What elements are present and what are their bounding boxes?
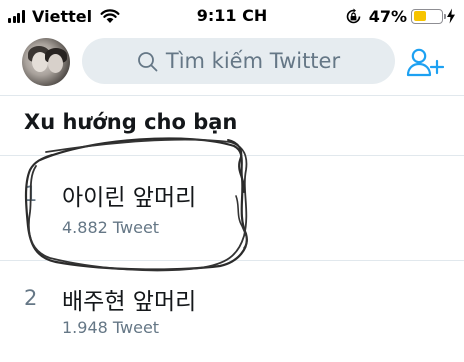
trend-rank: 1 (24, 182, 38, 206)
add-user-icon[interactable] (406, 47, 444, 77)
rotation-lock-icon (346, 8, 361, 23)
section-divider (0, 155, 464, 156)
charging-icon (447, 8, 455, 24)
search-placeholder: Tìm kiếm Twitter (165, 49, 341, 73)
search-icon (137, 51, 158, 71)
trend-rank: 2 (24, 286, 38, 310)
profile-avatar[interactable] (22, 38, 70, 86)
trend-divider (0, 260, 464, 261)
trend-name: 아이린 앞머리 (62, 185, 197, 211)
battery-icon (411, 8, 446, 24)
search-input[interactable]: Tìm kiếm Twitter (82, 38, 395, 84)
trend-tweet-count: 4.882 Tweet (62, 218, 160, 237)
trend-name: 배주현 앞머리 (62, 289, 197, 315)
trend-tweet-count: 1.948 Tweet (62, 318, 160, 337)
status-bar: Viettel 9:11 CH 47% (0, 0, 464, 34)
status-right: 47% (345, 6, 456, 26)
trend-item[interactable]: 1 아이린 앞머리 4.882 Tweet (0, 158, 464, 258)
header-divider (0, 95, 464, 96)
header-bar: Tìm kiếm Twitter (0, 34, 464, 92)
trend-item[interactable]: 2 배주현 앞머리 1.948 Tweet (0, 262, 464, 362)
section-title: Xu hướng cho bạn (24, 110, 238, 134)
battery-percent: 47% (368, 6, 407, 26)
battery-level-fill (413, 11, 426, 21)
